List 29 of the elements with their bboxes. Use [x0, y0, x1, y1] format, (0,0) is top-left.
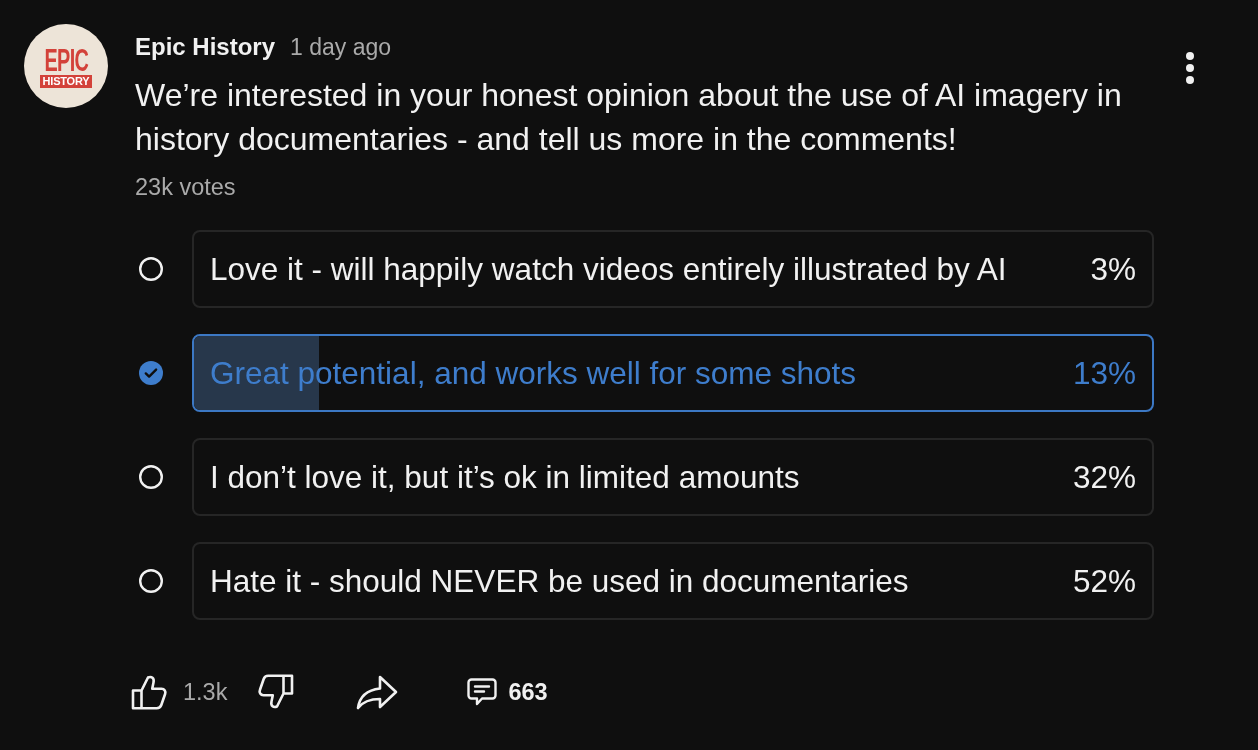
- option-label: Love it - will happily watch videos entirely illustrated by AI: [210, 250, 1007, 288]
- share-arrow-icon: [355, 674, 400, 710]
- check-circle-icon[interactable]: [139, 361, 163, 385]
- author-name[interactable]: Epic History: [135, 33, 276, 61]
- logo-subtitle: HISTORY: [39, 75, 93, 88]
- option-label: Hate it - should NEVER be used in documentaries: [210, 562, 909, 600]
- option-percent: 52%: [1072, 562, 1136, 600]
- option-percent: 13%: [1072, 354, 1136, 392]
- logo-wordmark: EPIC: [44, 46, 88, 74]
- vote-count: 23k votes: [135, 173, 237, 201]
- option-label: Great potential, and works well for some shots: [210, 354, 857, 392]
- radio-icon[interactable]: [139, 465, 163, 489]
- channel-avatar[interactable]: EPIC HISTORY: [24, 24, 108, 108]
- more-icon: [1186, 52, 1194, 84]
- option-label: I don’t love it, but it’s ok in limited amounts: [210, 458, 800, 496]
- poll-option[interactable]: Great potential, and works well for some shots 13%: [192, 334, 1154, 412]
- option-percent: 32%: [1072, 458, 1136, 496]
- like-button[interactable]: 1.3k: [130, 672, 228, 712]
- option-percent: 3%: [1090, 250, 1136, 288]
- poll-option[interactable]: Hate it - should NEVER be used in documentaries 52%: [192, 542, 1154, 620]
- poll-option[interactable]: I don’t love it, but it’s ok in limited amounts 32%: [192, 438, 1154, 516]
- share-button[interactable]: [355, 674, 400, 710]
- radio-icon[interactable]: [139, 257, 163, 281]
- post-time: 1 day ago: [290, 33, 392, 61]
- comment-button[interactable]: 663: [467, 678, 548, 706]
- post-text: We’re interested in your honest opinion about the use of AI imagery in history documentaries - and tell us more in the comments!: [135, 76, 1123, 159]
- radio-icon[interactable]: [139, 569, 163, 593]
- comment-icon: [467, 678, 498, 706]
- poll-option[interactable]: Love it - will happily watch videos entirely illustrated by AI 3%: [192, 230, 1154, 308]
